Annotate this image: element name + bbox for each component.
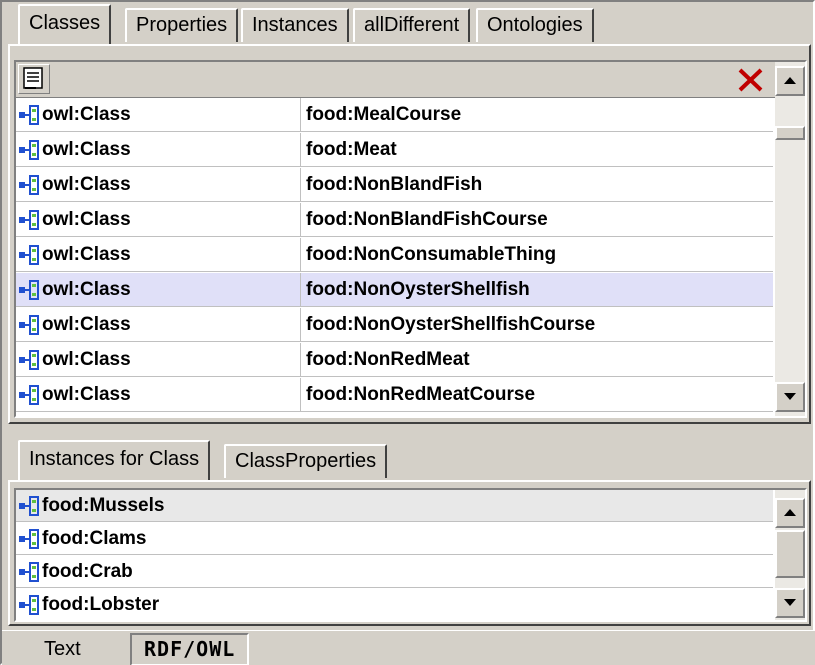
arrow-up-icon	[784, 77, 796, 84]
class-name: food:NonOysterShellfish	[306, 279, 530, 300]
scroll-down-button[interactable]	[775, 382, 805, 412]
class-name: food:Meat	[306, 139, 397, 160]
tab-classes[interactable]: Classes	[18, 4, 112, 44]
view-switcher-bar: Text RDF/OWL	[2, 630, 815, 665]
instances-scrollbar[interactable]	[775, 490, 805, 620]
owl-class-node-icon	[19, 175, 39, 195]
class-type: owl:Class	[42, 349, 131, 370]
owl-class-node-icon	[19, 105, 39, 125]
classes-panel: owl:Class food:MealCourse owl:Class food…	[8, 44, 811, 424]
arrow-down-icon	[784, 393, 796, 400]
owl-class-node-icon	[19, 210, 39, 230]
delete-x-icon	[738, 68, 763, 92]
application-frame: Classes Properties Instances allDifferen…	[0, 0, 815, 665]
instance-name: food:Crab	[42, 561, 133, 582]
table-row[interactable]: owl:Class food:MealCourse	[16, 98, 773, 132]
arrow-down-icon	[784, 599, 796, 606]
table-row[interactable]: owl:Class food:Meat	[16, 133, 773, 167]
table-row[interactable]: owl:Class food:NonRedMeat	[16, 343, 773, 377]
owl-class-node-icon	[19, 245, 39, 265]
classes-table: owl:Class food:MealCourse owl:Class food…	[16, 98, 773, 416]
table-row[interactable]: owl:Class food:NonBlandFish	[16, 168, 773, 202]
owl-class-node-icon	[19, 562, 39, 582]
class-type: owl:Class	[42, 244, 131, 265]
scroll-up-button[interactable]	[775, 66, 805, 96]
class-type: owl:Class	[42, 209, 131, 230]
list-view-button[interactable]	[18, 64, 50, 94]
tab-rdf-owl-view[interactable]: RDF/OWL	[130, 633, 250, 665]
table-row[interactable]: owl:Class food:NonBlandFishCourse	[16, 203, 773, 237]
tab-instances[interactable]: Instances	[241, 8, 349, 42]
class-type: owl:Class	[42, 139, 131, 160]
owl-class-node-icon	[19, 315, 39, 335]
instances-panel: food:Mussels food:Clams food:Crab food:L…	[8, 480, 811, 626]
instances-list-container: food:Mussels food:Clams food:Crab food:L…	[14, 488, 807, 622]
class-type: owl:Class	[42, 384, 131, 405]
table-row[interactable]: owl:Class food:NonOysterShellfishCourse	[16, 308, 773, 342]
tab-ontologies[interactable]: Ontologies	[476, 8, 594, 42]
class-type: owl:Class	[42, 174, 131, 195]
scroll-thumb[interactable]	[775, 126, 805, 140]
class-name: food:NonOysterShellfishCourse	[306, 314, 596, 335]
instance-name: food:Mussels	[42, 495, 165, 516]
class-name: food:NonBlandFish	[306, 174, 483, 195]
table-row[interactable]: owl:Class food:NonRedMeatCourse	[16, 378, 773, 412]
instance-row[interactable]: food:Lobster	[16, 589, 773, 620]
tab-text-view[interactable]: Text	[32, 633, 93, 665]
classes-list-container: owl:Class food:MealCourse owl:Class food…	[14, 60, 807, 418]
owl-class-node-icon	[19, 350, 39, 370]
owl-class-node-icon	[19, 529, 39, 549]
class-type: owl:Class	[42, 104, 131, 125]
class-name: food:MealCourse	[306, 104, 462, 125]
instance-name: food:Clams	[42, 528, 147, 549]
owl-class-node-icon	[19, 140, 39, 160]
tab-classproperties[interactable]: ClassProperties	[224, 444, 388, 478]
instance-row-highlighted[interactable]: food:Mussels	[16, 490, 773, 522]
instance-name: food:Lobster	[42, 594, 160, 615]
tab-instances-for-class[interactable]: Instances for Class	[18, 440, 211, 480]
delete-button[interactable]	[736, 66, 766, 94]
instance-row[interactable]: food:Crab	[16, 556, 773, 588]
scroll-up-button[interactable]	[775, 498, 805, 528]
class-name: food:NonConsumableThing	[306, 244, 557, 265]
class-name: food:NonBlandFishCourse	[306, 209, 548, 230]
table-row[interactable]: owl:Class food:NonConsumableThing	[16, 238, 773, 272]
instance-row[interactable]: food:Clams	[16, 523, 773, 555]
owl-class-node-icon	[19, 280, 39, 300]
tab-properties[interactable]: Properties	[125, 8, 239, 42]
instances-table: food:Mussels food:Clams food:Crab food:L…	[16, 490, 773, 620]
scroll-thumb[interactable]	[775, 530, 805, 578]
class-name: food:NonRedMeatCourse	[306, 384, 536, 405]
classes-toolbar	[16, 62, 805, 98]
tab-alldifferent[interactable]: allDifferent	[353, 8, 471, 42]
table-row-selected[interactable]: owl:Class food:NonOysterShellfish	[16, 273, 773, 307]
owl-class-node-icon	[19, 595, 39, 615]
classes-scrollbar[interactable]	[775, 62, 805, 416]
list-icon	[23, 67, 43, 89]
class-type: owl:Class	[42, 314, 131, 335]
owl-class-node-icon	[19, 385, 39, 405]
class-type: owl:Class	[42, 279, 131, 300]
scroll-down-button[interactable]	[775, 588, 805, 618]
owl-class-node-icon	[19, 496, 39, 516]
class-name: food:NonRedMeat	[306, 349, 470, 370]
arrow-up-icon	[784, 509, 796, 516]
